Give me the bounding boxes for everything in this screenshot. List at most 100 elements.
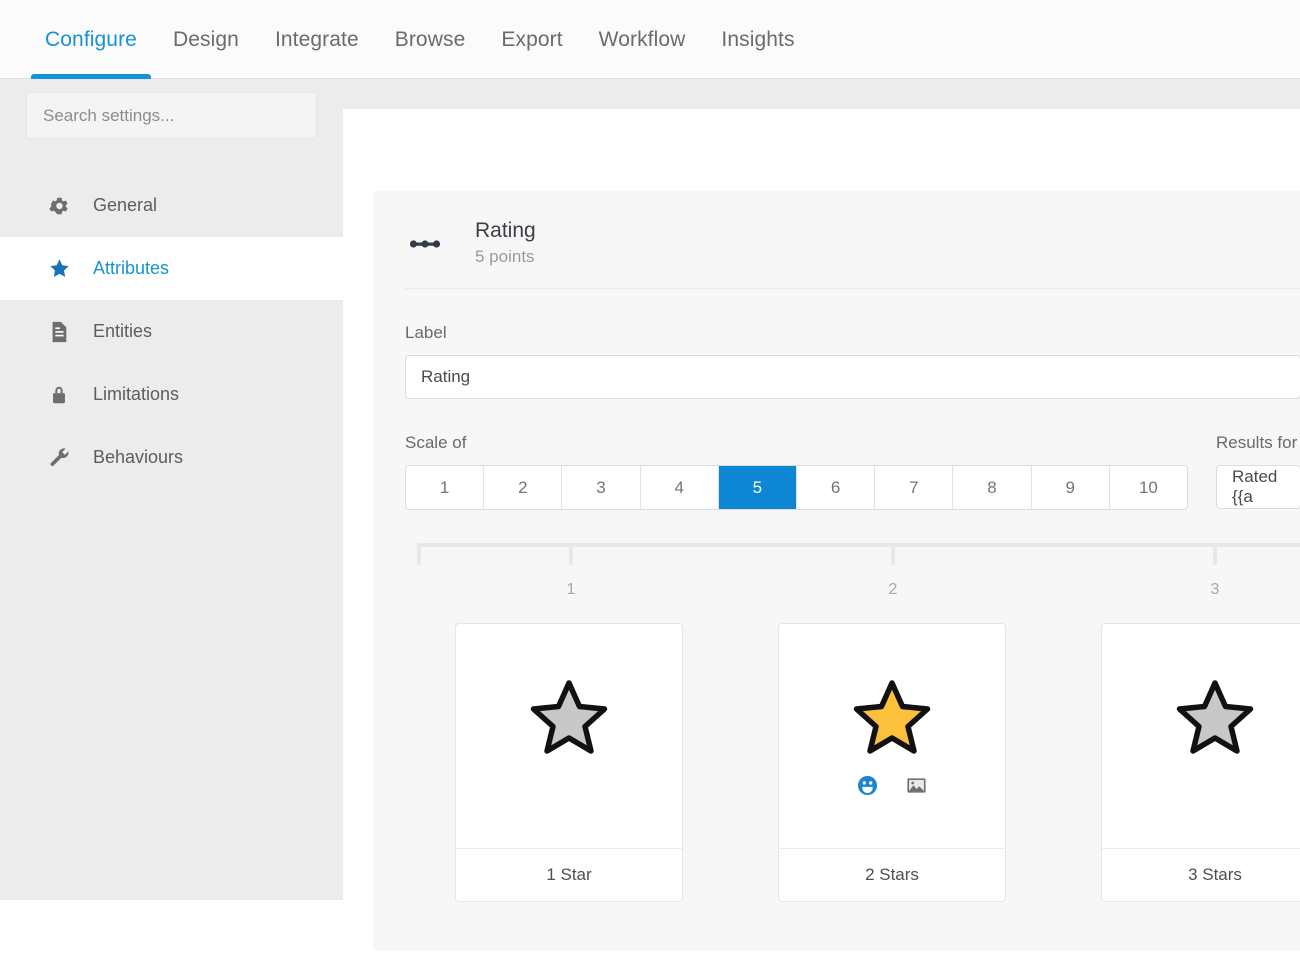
scale-option-3[interactable]: 3 <box>562 466 641 509</box>
rating-option-cards: 1 Star 2 Stars 3 Stars <box>405 623 1300 902</box>
scale-field-caption: Scale of <box>405 433 467 452</box>
results-input[interactable]: Rated {{a <box>1216 465 1300 509</box>
scale-option-9[interactable]: 9 <box>1031 466 1110 509</box>
nav-tab-export[interactable]: Export <box>483 0 580 79</box>
rating-card-caption: 2 Stars <box>779 848 1005 901</box>
top-navigation-bar: Configure Design Integrate Browse Export… <box>0 0 1300 79</box>
ruler-tick-1 <box>569 543 573 565</box>
label-field-caption: Label <box>405 323 447 342</box>
sidebar-item-label: Entities <box>93 321 153 341</box>
scale-option-label: 3 <box>596 477 606 497</box>
nav-tab-insights[interactable]: Insights <box>703 0 812 79</box>
sidebar-item-entities[interactable]: Entities <box>0 300 343 363</box>
star-empty-icon <box>529 678 609 761</box>
nav-tab-label: Insights <box>721 27 795 51</box>
scale-option-2[interactable]: 2 <box>484 466 563 509</box>
label-input-value: Rating <box>421 367 471 386</box>
ruler-baseline <box>417 543 1300 547</box>
rating-card-3-stars[interactable]: 3 Stars <box>1101 623 1300 902</box>
scale-option-label: 4 <box>674 477 684 497</box>
sidebar-item-label: General <box>93 195 158 215</box>
rating-card-caption: 1 Star <box>456 848 682 901</box>
scale-option-label: 10 <box>1138 477 1158 497</box>
sidebar-item-attributes[interactable]: Attributes <box>0 237 343 300</box>
label-field-group: Label Rating <box>405 323 1300 399</box>
nav-tab-integrate[interactable]: Integrate <box>257 0 377 79</box>
sidebar-item-label: Attributes <box>93 258 170 278</box>
scale-option-8[interactable]: 8 <box>953 466 1032 509</box>
nav-tab-label: Export <box>501 27 563 51</box>
rating-card-2-stars[interactable]: 2 Stars <box>778 623 1006 902</box>
image-icon[interactable] <box>906 775 927 801</box>
scale-option-1[interactable]: 1 <box>406 466 485 509</box>
sidebar-item-label: Limitations <box>93 384 180 404</box>
star-icon <box>47 257 71 281</box>
scale-option-10[interactable]: 10 <box>1109 466 1187 509</box>
scale-option-6[interactable]: 6 <box>797 466 876 509</box>
scale-option-5[interactable]: 5 <box>718 466 798 509</box>
rating-settings-panel: Rating 5 points Label Rating Scale of 1 … <box>373 191 1300 951</box>
star-filled-icon <box>852 678 932 761</box>
settings-sidebar: Search settings... General Attributes En <box>0 92 343 878</box>
results-field-group: Results for Rated {{a <box>1216 433 1300 510</box>
nav-tab-label: Browse <box>394 27 466 51</box>
rating-card-preview <box>779 624 1005 848</box>
sidebar-item-limitations[interactable]: Limitations <box>0 363 343 426</box>
sidebar-item-behaviours[interactable]: Behaviours <box>0 426 343 489</box>
ruler-label-1: 1 <box>566 581 576 598</box>
scale-option-7[interactable]: 7 <box>875 466 954 509</box>
scale-option-label: 9 <box>1065 477 1075 497</box>
scale-option-label: 2 <box>518 477 528 497</box>
rating-card-preview <box>1102 624 1300 848</box>
scale-option-label: 1 <box>439 477 450 497</box>
results-field-caption: Results for <box>1216 433 1298 452</box>
emoji-icon[interactable] <box>857 775 878 801</box>
star-empty-icon <box>1175 678 1255 761</box>
wrench-icon <box>47 446 71 470</box>
gear-icon <box>47 194 71 218</box>
nav-tab-configure[interactable]: Configure <box>27 0 155 79</box>
document-icon <box>47 320 71 344</box>
search-input-placeholder: Search settings... <box>43 105 175 125</box>
scale-option-label: 7 <box>909 477 919 497</box>
page-body: Search settings... General Attributes En <box>0 79 1300 979</box>
nav-tab-label: Configure <box>45 27 137 51</box>
sidebar-item-general[interactable]: General <box>0 174 343 237</box>
panel-header: Rating 5 points <box>405 191 1300 289</box>
nav-tab-browse[interactable]: Browse <box>377 0 484 79</box>
rating-card-preview <box>456 624 682 848</box>
rating-card-mini-icons <box>857 775 927 801</box>
ruler-tick-start <box>417 543 421 565</box>
panel-title: Rating <box>475 219 536 242</box>
panel-header-text: Rating 5 points <box>475 218 536 269</box>
panel-subtitle: 5 points <box>475 247 535 266</box>
ruler-tick-2 <box>891 543 895 565</box>
nav-tab-label: Design <box>172 27 239 51</box>
scale-dots-icon <box>405 237 445 251</box>
search-settings-input[interactable]: Search settings... <box>26 92 317 139</box>
nav-tab-workflow[interactable]: Workflow <box>581 0 704 79</box>
scale-option-label: 8 <box>987 477 997 497</box>
sidebar-item-label: Behaviours <box>93 447 184 467</box>
scale-option-label: 6 <box>830 477 841 497</box>
nav-tab-design[interactable]: Design <box>155 0 257 79</box>
scale-field-group: Scale of 1 2 3 4 5 6 7 8 9 10 <box>405 433 1188 510</box>
content-area: Rating 5 points Label Rating Scale of 1 … <box>343 109 1300 979</box>
scale-and-results-row: Scale of 1 2 3 4 5 6 7 8 9 10 Results fo… <box>405 433 1300 510</box>
ruler-tick-3 <box>1213 543 1217 565</box>
results-input-value: Rated {{a <box>1232 467 1278 506</box>
ruler-label-2: 2 <box>888 581 898 598</box>
rating-card-caption: 3 Stars <box>1102 848 1300 901</box>
label-input[interactable]: Rating <box>405 355 1300 399</box>
scale-option-4[interactable]: 4 <box>640 466 719 509</box>
scale-option-label: 5 <box>752 477 763 497</box>
rating-card-1-star[interactable]: 1 Star <box>455 623 683 902</box>
scale-ruler: 1 2 3 <box>405 543 1300 615</box>
scale-segmented-control[interactable]: 1 2 3 4 5 6 7 8 9 10 <box>405 465 1188 510</box>
sidebar-menu: General Attributes Entities Limitations <box>0 174 343 489</box>
nav-tab-label: Workflow <box>598 27 686 51</box>
ruler-label-3: 3 <box>1210 581 1220 598</box>
nav-tab-label: Integrate <box>274 27 359 51</box>
lock-icon <box>47 383 71 407</box>
nav-tab-list: Configure Design Integrate Browse Export… <box>0 0 813 79</box>
